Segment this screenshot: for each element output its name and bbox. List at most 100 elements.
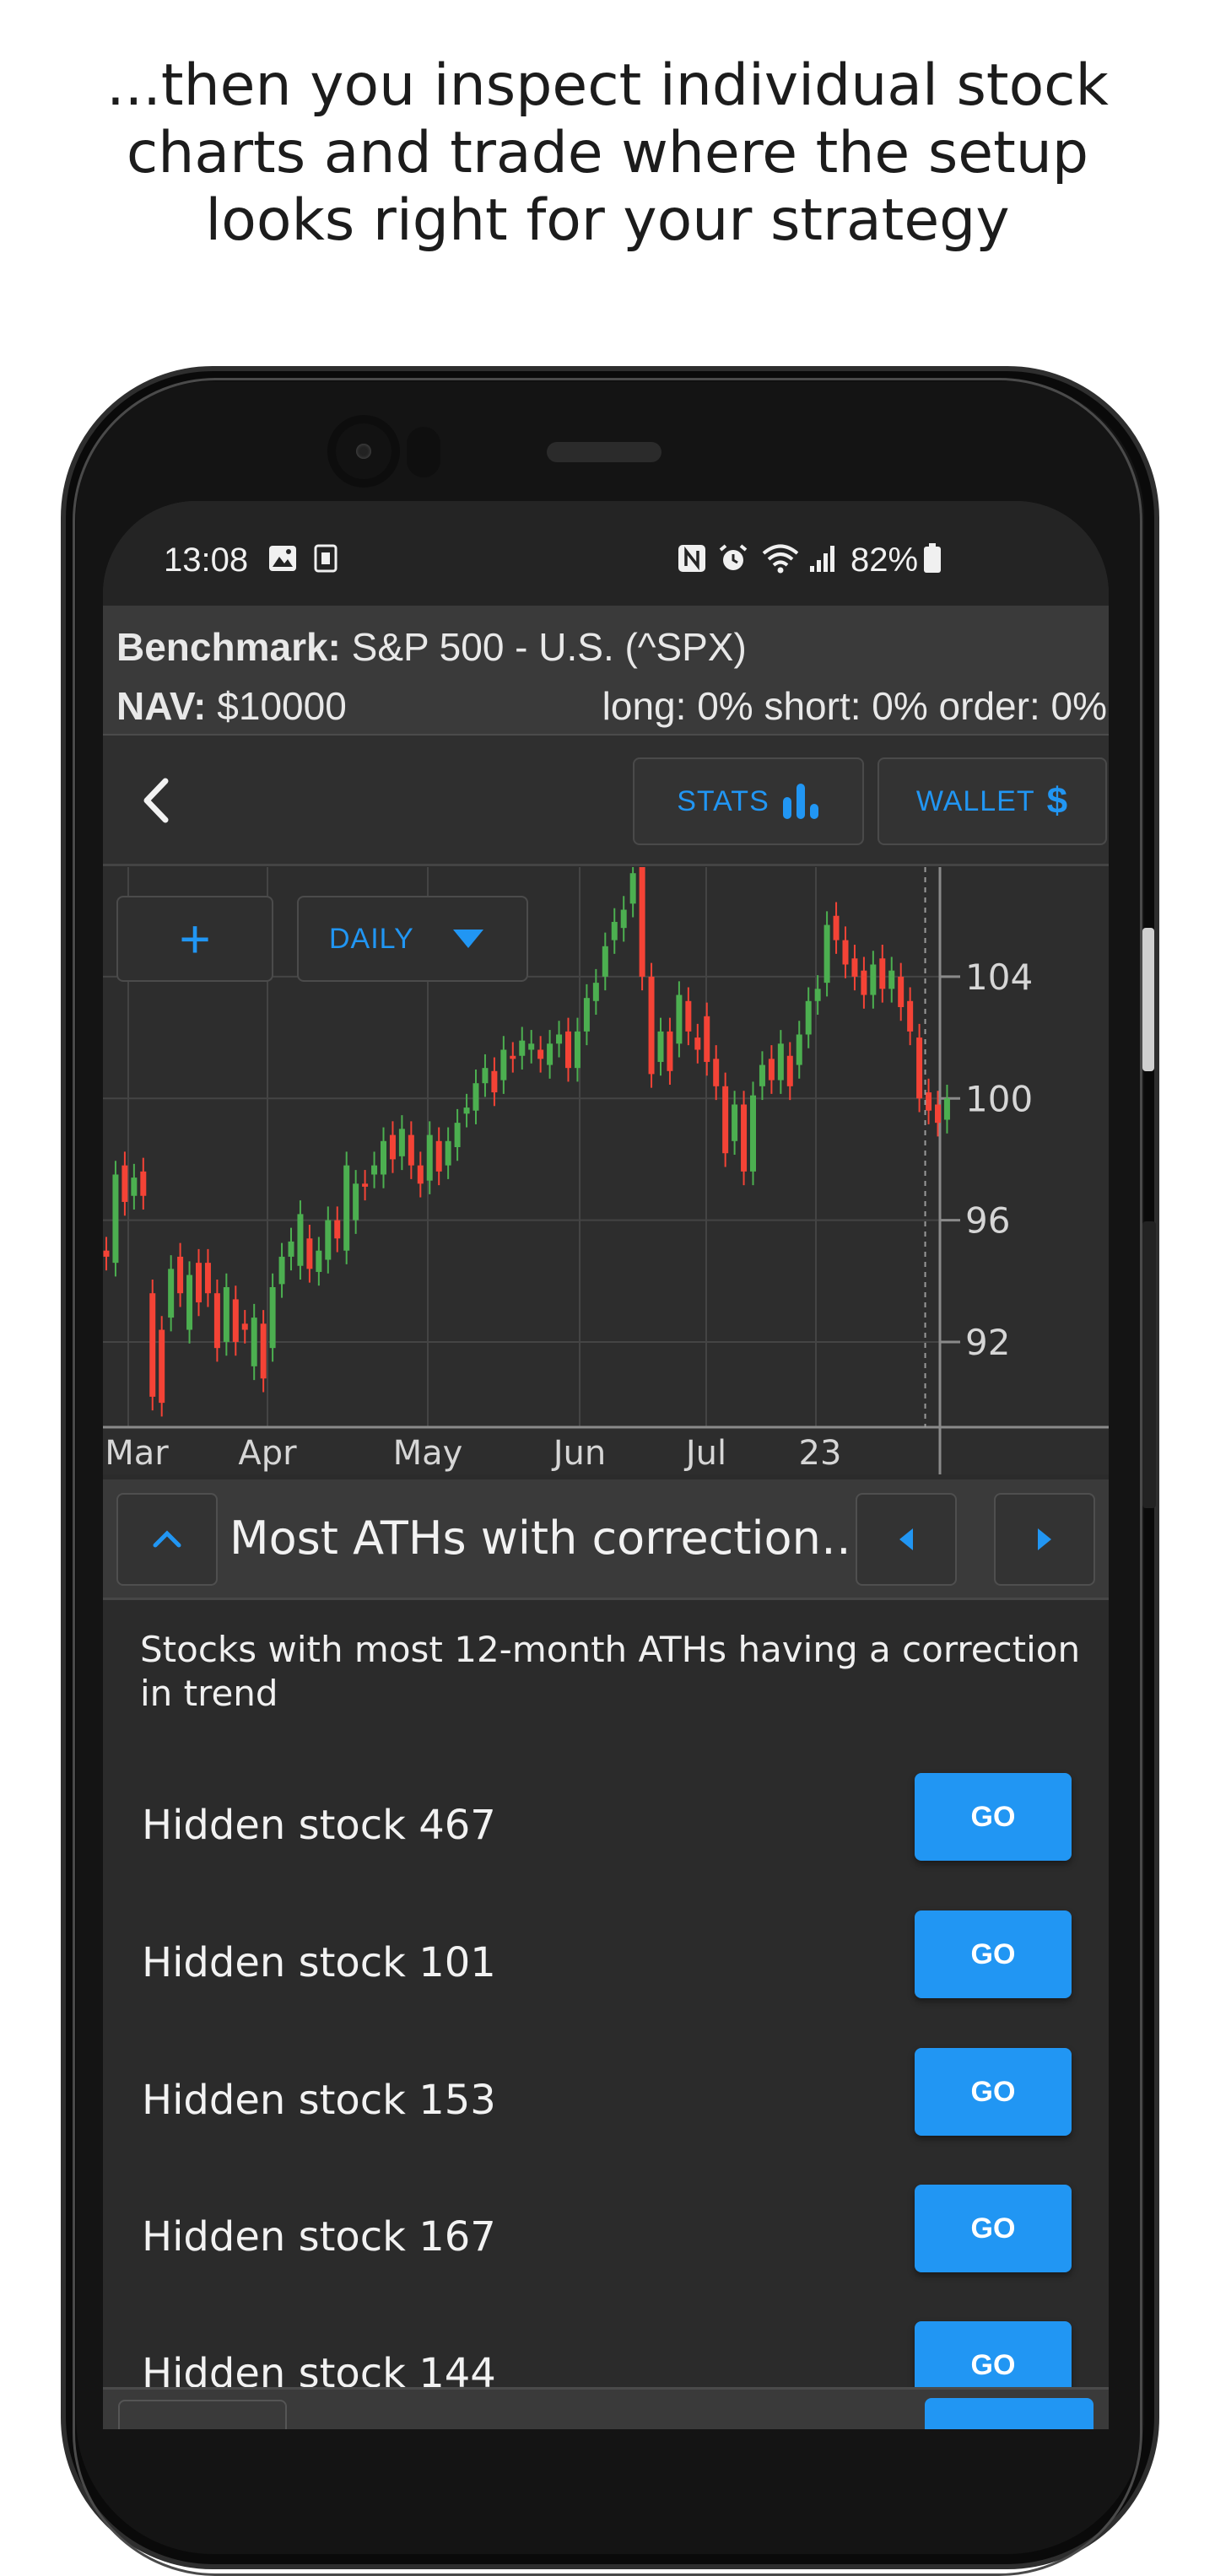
- candle-body: [159, 1329, 165, 1404]
- candle-body: [814, 989, 821, 1001]
- x-tick-label: Apr: [238, 1434, 297, 1473]
- candle-body: [288, 1241, 294, 1257]
- stock-row: Hidden stock 167 GO: [103, 2176, 1109, 2294]
- candle-body: [149, 1293, 156, 1397]
- caret-left-icon: [899, 1528, 913, 1550]
- candle-body: [371, 1165, 378, 1175]
- candle-body: [639, 867, 645, 977]
- go-button[interactable]: GO: [915, 2185, 1072, 2272]
- candle-body: [435, 1140, 442, 1172]
- candle-body: [833, 915, 840, 940]
- candle-body: [482, 1068, 489, 1084]
- candle-body: [916, 1037, 923, 1099]
- next-screener-button[interactable]: [994, 1493, 1095, 1586]
- candle-body: [750, 1095, 756, 1172]
- candle-body: [694, 1037, 701, 1050]
- candle-body: [574, 1031, 580, 1069]
- y-tick-label: 92: [965, 1322, 1010, 1363]
- phone-side-button: [1142, 928, 1154, 1071]
- candle-body: [648, 976, 655, 1075]
- bottom-right-button[interactable]: [925, 2398, 1094, 2429]
- candle-body: [943, 1098, 950, 1120]
- candle-body: [177, 1256, 184, 1294]
- front-camera: [336, 423, 392, 479]
- screener-title: Most ATHs with correction…: [230, 1512, 867, 1565]
- headline-line-3: looks right for your strategy: [205, 187, 1010, 254]
- candle-body: [888, 970, 895, 989]
- candle-body: [592, 983, 599, 1001]
- stock-row: Hidden stock 101 GO: [103, 1902, 1109, 2020]
- candle-body: [278, 1256, 285, 1285]
- go-button[interactable]: GO: [915, 1910, 1072, 1998]
- exposure-summary: long: 0% short: 0% order: 0%: [602, 684, 1107, 728]
- back-button[interactable]: [128, 771, 187, 830]
- candle-body: [768, 1059, 775, 1081]
- benchmark-value: S&P 500 - U.S. (^SPX): [351, 625, 747, 669]
- sim-card-icon: [314, 543, 338, 574]
- wallet-label: WALLET: [915, 784, 1035, 817]
- candle-body: [759, 1064, 765, 1086]
- candle-body: [547, 1043, 554, 1065]
- candle-body: [879, 958, 886, 989]
- candle-body: [297, 1214, 304, 1266]
- x-tick-label: Jul: [683, 1434, 726, 1473]
- candle-body: [241, 1323, 248, 1330]
- wallet-button[interactable]: WALLET $: [878, 757, 1107, 845]
- gallery-icon: [268, 543, 297, 574]
- y-tick-label: 104: [965, 957, 1033, 998]
- bottom-action-bar: [103, 2387, 1109, 2429]
- stats-button[interactable]: STATS: [633, 757, 864, 845]
- candle-body: [103, 1250, 110, 1257]
- go-button[interactable]: GO: [915, 1773, 1072, 1861]
- add-symbol-button[interactable]: +: [116, 896, 273, 982]
- go-button[interactable]: GO: [915, 2048, 1072, 2136]
- candle-body: [426, 1134, 433, 1181]
- candle-body: [732, 1104, 738, 1141]
- candle-body: [667, 1031, 673, 1071]
- candle-body: [824, 924, 830, 984]
- headline: ...then you inspect individual stock cha…: [0, 52, 1215, 255]
- candle-body: [786, 1055, 793, 1086]
- candle-body: [842, 940, 849, 965]
- bottom-left-button[interactable]: [118, 2400, 287, 2429]
- candle-body: [491, 1070, 498, 1093]
- collapse-button[interactable]: [116, 1493, 218, 1586]
- x-tick-label: Jun: [551, 1434, 607, 1473]
- stock-row: Hidden stock 153 GO: [103, 2040, 1109, 2158]
- candle-body: [417, 1165, 424, 1184]
- candle-body: [131, 1178, 138, 1196]
- signal-icon: [808, 543, 839, 574]
- candle-body: [269, 1287, 276, 1349]
- candle-body: [213, 1293, 220, 1349]
- candle-body: [907, 1000, 914, 1032]
- phone-power-button: [1142, 1221, 1156, 1508]
- candle-body: [223, 1287, 230, 1342]
- nav-label: NAV:: [116, 684, 207, 728]
- caret-down-icon: [452, 930, 483, 948]
- candle-body: [851, 958, 858, 977]
- headline-line-1: ...then you inspect individual stock: [106, 52, 1109, 119]
- stock-name: Hidden stock 467: [142, 1802, 496, 1849]
- interval-select[interactable]: DAILY: [297, 896, 528, 982]
- stock-name: Hidden stock 153: [142, 2077, 496, 2124]
- candle-body: [528, 1043, 535, 1050]
- headline-line-2: charts and trade where the setup: [126, 120, 1089, 186]
- chart-toolbar: STATS WALLET $: [103, 736, 1109, 866]
- candle-body: [232, 1299, 239, 1342]
- candle-body: [112, 1174, 119, 1264]
- candle-body: [926, 1092, 932, 1111]
- price-chart[interactable]: 104 100 96 92 Mar Apr May Jun Jul 23 + DAILY: [103, 853, 1109, 1474]
- previous-screener-button[interactable]: [856, 1493, 957, 1586]
- status-bar: 13:08 82%: [103, 501, 1109, 606]
- battery-icon: [923, 543, 942, 574]
- candle-body: [537, 1049, 544, 1059]
- candle-body: [454, 1123, 461, 1147]
- stats-label: STATS: [677, 784, 770, 817]
- stock-name: Hidden stock 167: [142, 2213, 496, 2261]
- candle-body: [196, 1263, 202, 1303]
- benchmark-line: Benchmark: S&P 500 - U.S. (^SPX): [116, 624, 747, 670]
- x-tick-label: Mar: [105, 1434, 169, 1473]
- stock-row: Hidden stock 467 GO: [103, 1765, 1109, 1883]
- candle-body: [510, 1055, 516, 1059]
- interval-value: DAILY: [329, 922, 414, 955]
